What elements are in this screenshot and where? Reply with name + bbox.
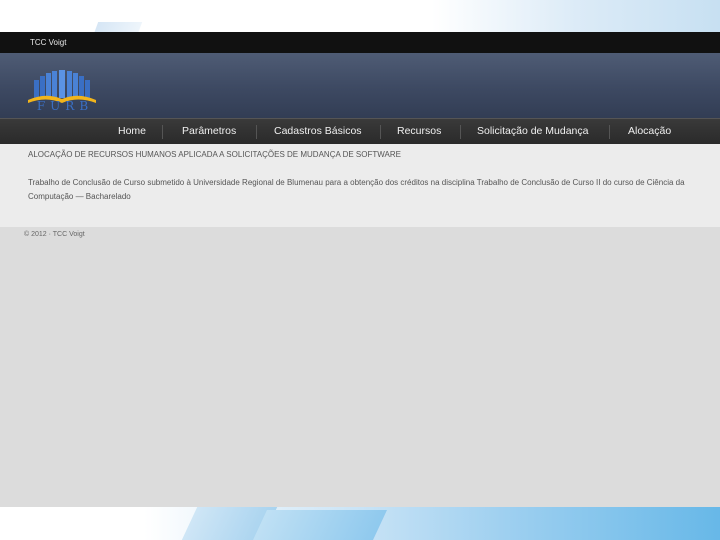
nav-item-recursos[interactable]: Recursos — [397, 119, 441, 144]
furb-logo[interactable]: FURB — [26, 66, 100, 114]
nav-item-alocacao[interactable]: Alocação — [628, 119, 671, 144]
nav-separator — [460, 125, 461, 139]
nav-separator — [256, 125, 257, 139]
nav-item-solicitacao-de-mudanca[interactable]: Solicitação de Mudança — [477, 119, 589, 144]
header-banner: FURB — [0, 53, 720, 118]
page-title: ALOCAÇÃO DE RECURSOS HUMANOS APLICADA A … — [28, 150, 401, 159]
main-navigation: Home Parâmetros Cadastros Básicos Recurs… — [0, 118, 720, 144]
top-bar: TCC Voigt — [0, 32, 720, 53]
slide: TCC Voigt FURB Home Parâmetros Cadastros… — [0, 0, 720, 540]
nav-separator — [380, 125, 381, 139]
footer-copyright: © 2012 · TCC Voigt — [24, 231, 85, 238]
nav-separator — [609, 125, 610, 139]
nav-item-parametros[interactable]: Parâmetros — [182, 119, 236, 144]
nav-item-cadastros-basicos[interactable]: Cadastros Básicos — [274, 119, 362, 144]
logo-text: FURB — [36, 99, 94, 113]
web-app-screenshot: TCC Voigt FURB Home Parâmetros Cadastros… — [0, 32, 720, 507]
main-content: ALOCAÇÃO DE RECURSOS HUMANOS APLICADA A … — [0, 144, 720, 227]
nav-item-home[interactable]: Home — [118, 119, 146, 144]
nav-separator — [162, 125, 163, 139]
slide-bottom-shape-2 — [253, 510, 387, 540]
page-description: Trabalho de Conclusão de Curso submetido… — [28, 178, 685, 201]
app-title: TCC Voigt — [30, 38, 67, 47]
